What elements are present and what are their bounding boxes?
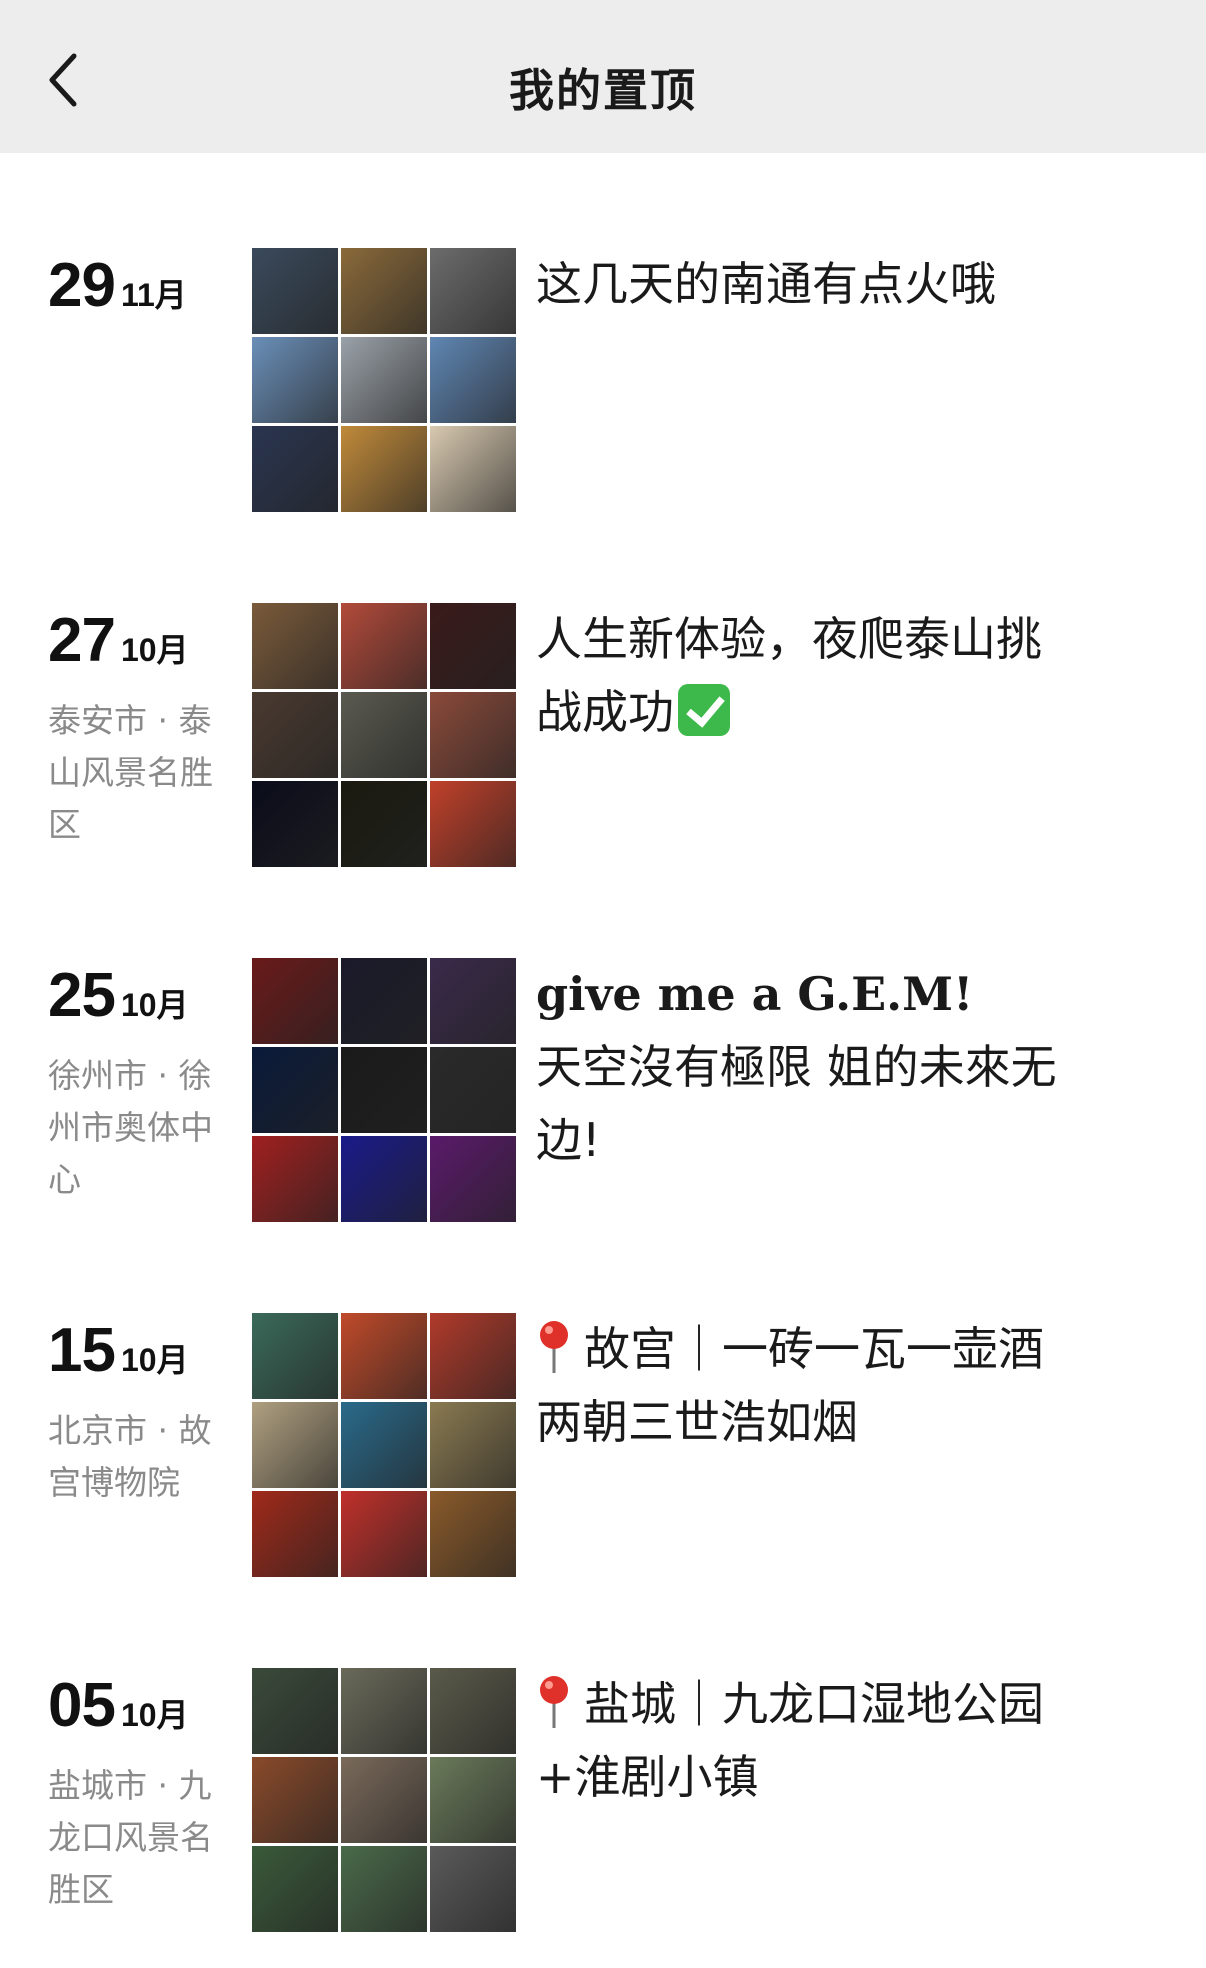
caption-line: 故宫｜一砖一瓦一壶酒 (584, 1322, 1044, 1376)
post-location: 北京市 · 故宫博物院 (48, 1411, 212, 1502)
photo-thumbnail[interactable] (341, 1757, 427, 1843)
post-caption[interactable]: 盐城｜九龙口湿地公园 +淮剧小镇 (536, 1668, 1116, 1814)
post-month: 10月 (120, 1697, 189, 1733)
navigation-bar: 我的置顶 (0, 0, 1206, 153)
post-day: 27 (48, 606, 116, 675)
post-location: 盐城市 · 九龙口风景名胜区 (48, 1766, 213, 1909)
photo-thumbnail[interactable] (341, 248, 427, 334)
photo-thumbnail[interactable] (252, 1491, 338, 1577)
photo-thumbnail[interactable] (430, 248, 516, 334)
caption-line: 人生新体验，夜爬泰山挑 (536, 612, 1042, 666)
pinned-post[interactable]: 27 10月 泰安市 · 泰山风景名胜区 人生新体验，夜爬泰山挑 战成功 (0, 603, 1206, 903)
photo-thumbnail[interactable] (341, 1491, 427, 1577)
post-month: 10月 (120, 987, 189, 1023)
photo-thumbnail[interactable] (430, 1491, 516, 1577)
photo-thumbnail[interactable] (430, 337, 516, 423)
post-month: 10月 (120, 1342, 189, 1378)
page-title: 我的置顶 (508, 64, 697, 117)
photo-thumbnail[interactable] (341, 426, 427, 512)
photo-thumbnail[interactable] (341, 1846, 427, 1932)
caption-line: 盐城｜九龙口湿地公园 (584, 1677, 1044, 1731)
photo-thumbnail[interactable] (252, 1047, 338, 1133)
photo-thumbnail[interactable] (252, 603, 338, 689)
photo-thumbnail[interactable] (252, 426, 338, 512)
pinned-post[interactable]: 25 10月 徐州市 · 徐州市奥体中心 give me a G.E.M! 天空沒… (0, 958, 1206, 1258)
photo-thumbnail[interactable] (252, 1313, 338, 1399)
photo-thumbnail[interactable] (341, 603, 427, 689)
photo-thumbnail[interactable] (341, 781, 427, 867)
photo-thumbnail[interactable] (430, 1136, 516, 1222)
post-location: 徐州市 · 徐州市奥体中心 (48, 1056, 213, 1199)
photo-thumbnail[interactable] (430, 1402, 516, 1488)
photo-grid[interactable] (252, 248, 516, 514)
photo-thumbnail[interactable] (430, 426, 516, 512)
photo-thumbnail[interactable] (341, 1313, 427, 1399)
photo-thumbnail[interactable] (252, 337, 338, 423)
caption-line: 两朝三世浩如烟 (536, 1395, 858, 1449)
photo-thumbnail[interactable] (341, 337, 427, 423)
photo-thumbnail[interactable] (430, 1313, 516, 1399)
post-date: 27 10月 (48, 605, 189, 676)
post-month: 10月 (120, 632, 189, 668)
photo-grid[interactable] (252, 1313, 516, 1579)
photo-thumbnail[interactable] (252, 1136, 338, 1222)
photo-thumbnail[interactable] (341, 1047, 427, 1133)
photo-thumbnail[interactable] (430, 1757, 516, 1843)
photo-thumbnail[interactable] (252, 248, 338, 334)
post-date: 29 11月 (48, 250, 187, 321)
photo-thumbnail[interactable] (252, 1757, 338, 1843)
post-location: 泰安市 · 泰山风景名胜区 (48, 701, 213, 844)
post-day: 05 (48, 1671, 116, 1740)
photo-thumbnail[interactable] (430, 958, 516, 1044)
photo-thumbnail[interactable] (252, 1846, 338, 1932)
location-pin-icon (536, 1674, 572, 1730)
photo-thumbnail[interactable] (430, 603, 516, 689)
photo-grid[interactable] (252, 603, 516, 869)
post-day: 25 (48, 961, 116, 1030)
photo-thumbnail[interactable] (341, 1668, 427, 1754)
post-caption[interactable]: 故宫｜一砖一瓦一壶酒 两朝三世浩如烟 (536, 1313, 1116, 1459)
pinned-post[interactable]: 05 10月 盐城市 · 九龙口风景名胜区 盐城｜九龙口湿地公园 +淮剧小镇 (0, 1668, 1206, 1968)
photo-thumbnail[interactable] (341, 1136, 427, 1222)
photo-grid[interactable] (252, 958, 516, 1224)
post-month: 11月 (120, 277, 187, 313)
pinned-post[interactable]: 15 10月 北京市 · 故宫博物院 故宫｜一砖一瓦一壶酒 两朝三世浩如烟 (0, 1313, 1206, 1613)
photo-thumbnail[interactable] (252, 958, 338, 1044)
photo-thumbnail[interactable] (341, 1402, 427, 1488)
caption-body: 天空沒有極限 姐的未來无边! (536, 1040, 1057, 1167)
post-caption[interactable]: 这几天的南通有点火哦 (536, 248, 1116, 321)
photo-thumbnail[interactable] (252, 781, 338, 867)
post-day: 29 (48, 251, 116, 320)
pinned-post[interactable]: 29 11月 这几天的南通有点火哦 (0, 248, 1206, 548)
caption-title: give me a G.E.M! (536, 967, 974, 1021)
post-caption[interactable]: give me a G.E.M! 天空沒有極限 姐的未來无边! (536, 958, 1116, 1177)
location-pin-icon (536, 1319, 572, 1375)
post-caption[interactable]: 人生新体验，夜爬泰山挑 战成功 (536, 603, 1116, 749)
photo-thumbnail[interactable] (341, 958, 427, 1044)
caption-line: 战成功 (536, 685, 674, 739)
post-date: 15 10月 (48, 1315, 189, 1386)
photo-thumbnail[interactable] (252, 1402, 338, 1488)
photo-thumbnail[interactable] (252, 692, 338, 778)
caption-line: +淮剧小镇 (536, 1750, 759, 1804)
photo-thumbnail[interactable] (430, 781, 516, 867)
photo-thumbnail[interactable] (430, 1668, 516, 1754)
photo-grid[interactable] (252, 1668, 516, 1934)
photo-thumbnail[interactable] (341, 692, 427, 778)
check-mark-icon (678, 684, 730, 736)
photo-thumbnail[interactable] (430, 692, 516, 778)
photo-thumbnail[interactable] (252, 1668, 338, 1754)
caption-text: 这几天的南通有点火哦 (536, 257, 996, 311)
photo-thumbnail[interactable] (430, 1846, 516, 1932)
post-date: 25 10月 (48, 960, 189, 1031)
post-day: 15 (48, 1316, 116, 1385)
post-date: 05 10月 (48, 1670, 189, 1741)
photo-thumbnail[interactable] (430, 1047, 516, 1133)
